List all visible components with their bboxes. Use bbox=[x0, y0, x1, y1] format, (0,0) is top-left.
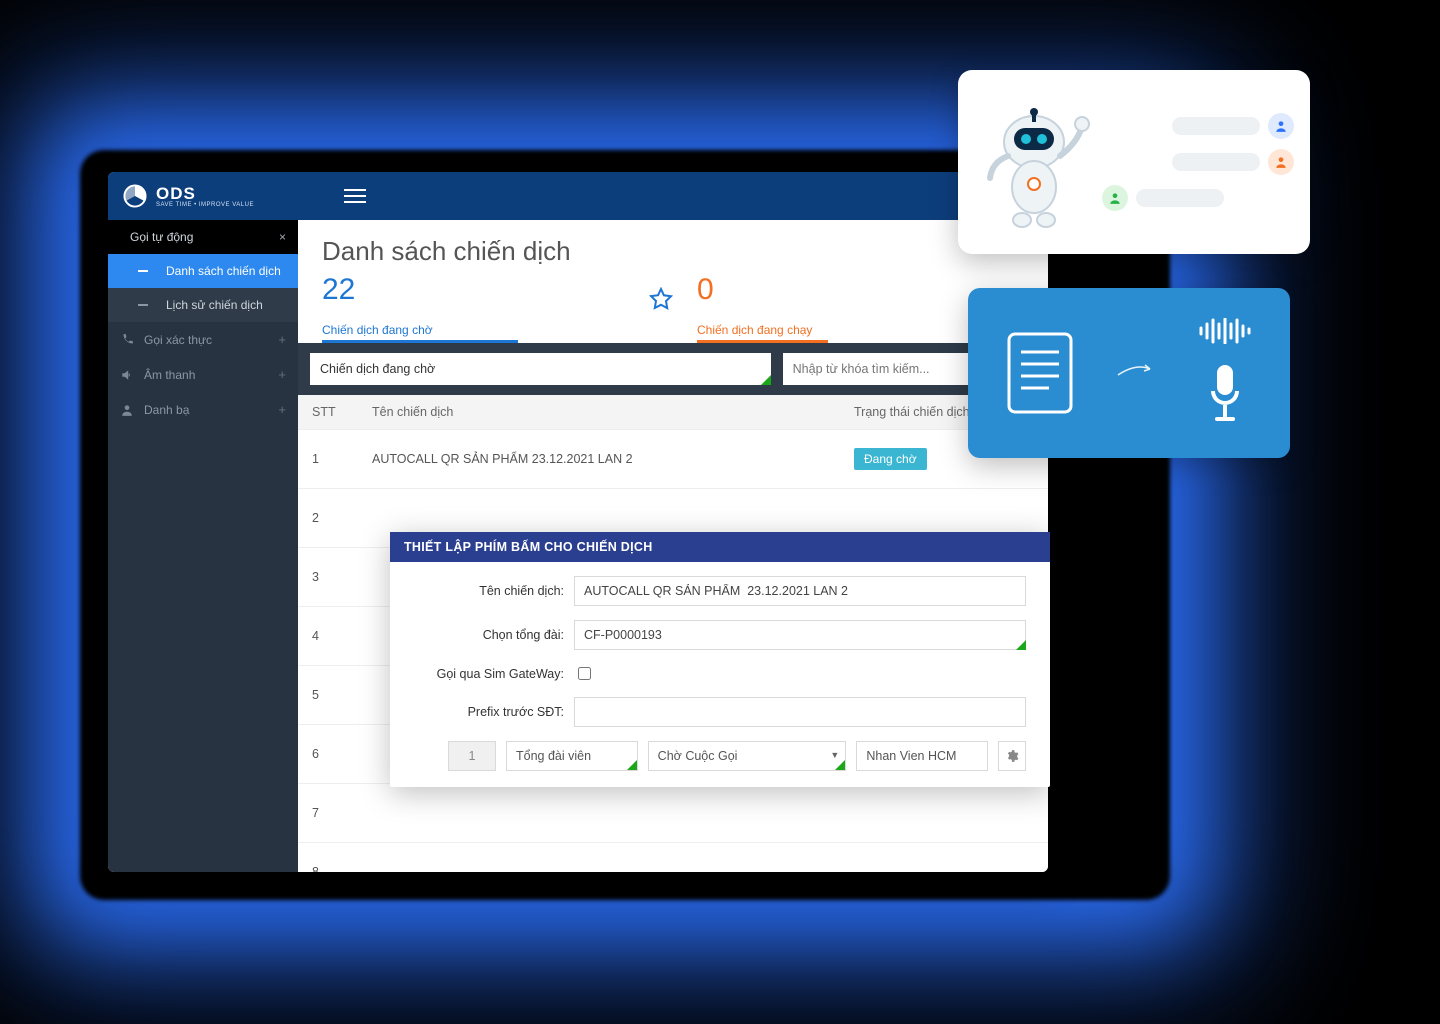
filter-status-select[interactable]: Chiến dịch đang chờ bbox=[310, 353, 771, 385]
table-row[interactable]: 8 bbox=[298, 842, 1048, 872]
robot-icon bbox=[974, 92, 1094, 232]
close-icon[interactable]: × bbox=[279, 230, 286, 244]
cell-stt: 5 bbox=[312, 688, 372, 702]
cell-stt: 7 bbox=[312, 806, 372, 820]
sidebar-item-contacts[interactable]: Danh bạ + bbox=[108, 392, 298, 427]
table-row[interactable]: 1 AUTOCALL QR SẢN PHẨM 23.12.2021 LAN 2 … bbox=[298, 429, 1048, 488]
staff-select[interactable]: Nhan Vien HCM bbox=[856, 741, 988, 771]
stats-row: 22 Chiến dịch đang chờ 0 Chiến dịch đang… bbox=[298, 273, 1048, 343]
keypress-config-modal: THIẾT LẬP PHÍM BẤM CHO CHIẾN DỊCH Tên ch… bbox=[390, 532, 1050, 787]
user-icon bbox=[1268, 113, 1294, 139]
status-badge: Đang chờ bbox=[854, 448, 927, 470]
cell-stt: 3 bbox=[312, 570, 372, 584]
stat-value: 22 bbox=[322, 273, 649, 307]
field-label-pbx: Chọn tổng đài: bbox=[414, 628, 564, 642]
select-value: Chiến dịch đang chờ bbox=[320, 362, 435, 376]
star-icon[interactable] bbox=[649, 287, 673, 311]
filter-bar: Chiến dịch đang chờ bbox=[298, 343, 1048, 395]
col-name: Tên chiến dịch bbox=[372, 405, 854, 419]
agent-select[interactable]: Tổng đài viên bbox=[506, 741, 638, 771]
sidebar-item-label: Âm thanh bbox=[144, 368, 195, 382]
select-value: Nhan Vien HCM bbox=[866, 749, 956, 763]
document-icon bbox=[1005, 330, 1075, 416]
cell-stt: 4 bbox=[312, 629, 372, 643]
sidebar-item-label: Gọi xác thực bbox=[144, 333, 212, 347]
pbx-select[interactable] bbox=[574, 620, 1026, 650]
prefix-input[interactable] bbox=[574, 697, 1026, 727]
plus-icon[interactable]: + bbox=[278, 367, 286, 382]
user-icon bbox=[1102, 185, 1128, 211]
microphone-icon bbox=[1205, 363, 1245, 428]
brand-tagline: SAVE TIME • IMPROVE VALUE bbox=[156, 202, 254, 208]
sidebar-group-autocall[interactable]: Gọi tự động × bbox=[108, 220, 298, 254]
col-stt: STT bbox=[312, 405, 372, 419]
arrow-icon bbox=[1116, 361, 1156, 386]
waveform-icon bbox=[1197, 318, 1253, 349]
sound-icon bbox=[120, 368, 134, 382]
cell-stt: 6 bbox=[312, 747, 372, 761]
sidebar-item-campaign-list[interactable]: Danh sách chiến dịch bbox=[108, 254, 298, 288]
sidebar-item-audio[interactable]: Âm thanh + bbox=[108, 357, 298, 392]
brand-logo: ODS SAVE TIME • IMPROVE VALUE bbox=[122, 183, 254, 209]
stat-label: Chiến dịch đang chờ bbox=[322, 323, 649, 337]
sim-gateway-checkbox[interactable] bbox=[578, 667, 591, 680]
cell-name: AUTOCALL QR SẢN PHẨM 23.12.2021 LAN 2 bbox=[372, 452, 854, 466]
table-row[interactable]: 7 bbox=[298, 783, 1048, 842]
modal-title: THIẾT LẬP PHÍM BẤM CHO CHIẾN DỊCH bbox=[390, 532, 1050, 562]
user-icon bbox=[120, 403, 134, 417]
campaign-name-input[interactable] bbox=[574, 576, 1026, 606]
select-value: Chờ Cuộc Gọi bbox=[658, 749, 738, 763]
illustration-chatbot-card bbox=[958, 70, 1310, 254]
topbar: ODS SAVE TIME • IMPROVE VALUE bbox=[108, 172, 1048, 220]
field-label-prefix: Prefix trước SĐT: bbox=[414, 705, 564, 719]
field-label-sim: Gọi qua Sim GateWay: bbox=[414, 667, 564, 681]
stat-waiting[interactable]: 22 Chiến dịch đang chờ bbox=[322, 273, 649, 343]
menu-icon[interactable] bbox=[344, 189, 366, 203]
page-title: Danh sách chiến dịch bbox=[298, 220, 1048, 273]
plus-icon[interactable]: + bbox=[278, 332, 286, 347]
sidebar-group-label: Gọi tự động bbox=[130, 230, 193, 244]
key-row: 1 Tổng đài viên Chờ Cuộc Gọi ▼ Nhan Vien … bbox=[414, 741, 1026, 771]
settings-button[interactable] bbox=[998, 741, 1026, 771]
sidebar-item-verify-call[interactable]: Gọi xác thực + bbox=[108, 322, 298, 357]
field-label-name: Tên chiến dịch: bbox=[414, 584, 564, 598]
key-index: 1 bbox=[448, 741, 496, 771]
cell-stt: 2 bbox=[312, 511, 372, 525]
plus-icon[interactable]: + bbox=[278, 402, 286, 417]
sidebar-item-label: Danh sách chiến dịch bbox=[166, 264, 281, 278]
select-value: Tổng đài viên bbox=[516, 749, 591, 763]
table-header: STT Tên chiến dịch Trạng thái chiến dịch bbox=[298, 395, 1048, 429]
cell-stt: 1 bbox=[312, 452, 372, 466]
illustration-tts-card bbox=[968, 288, 1290, 458]
phone-icon bbox=[120, 333, 134, 347]
queue-select[interactable]: Chờ Cuộc Gọi ▼ bbox=[648, 741, 847, 771]
sidebar-item-label: Danh bạ bbox=[144, 403, 189, 417]
sidebar-item-campaign-history[interactable]: Lịch sử chiến dịch bbox=[108, 288, 298, 322]
brand-name: ODS bbox=[156, 185, 254, 202]
sidebar: Gọi tự động × Danh sách chiến dịch Lịch … bbox=[108, 220, 298, 872]
chevron-down-icon: ▼ bbox=[830, 750, 839, 760]
sidebar-item-label: Lịch sử chiến dịch bbox=[166, 298, 263, 312]
user-icon bbox=[1268, 149, 1294, 175]
cell-stt: 8 bbox=[312, 865, 372, 872]
